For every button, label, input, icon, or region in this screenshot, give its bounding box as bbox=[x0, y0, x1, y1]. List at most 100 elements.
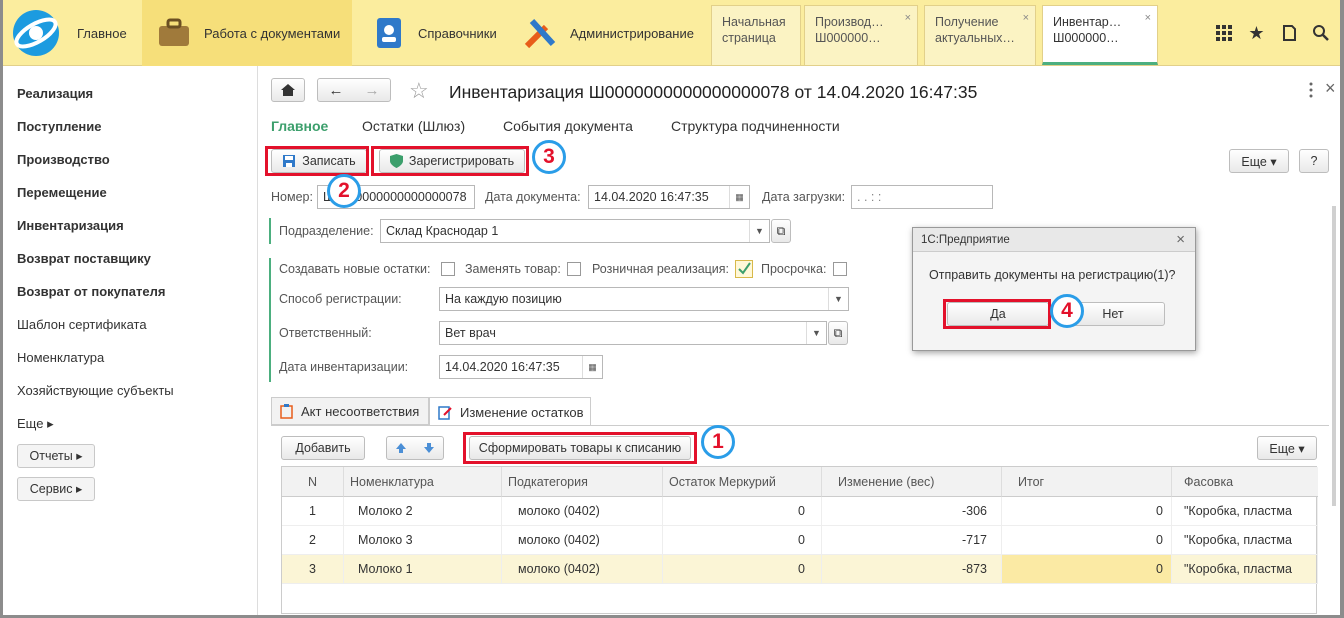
tab-production[interactable]: × Производ… Ш000000… bbox=[804, 5, 918, 65]
division-field[interactable]: Склад Краснодар 1 ▼ bbox=[380, 219, 770, 243]
tab-receive[interactable]: × Получение актуальных… bbox=[924, 5, 1036, 65]
chevron-down-icon[interactable]: ▼ bbox=[806, 322, 826, 344]
cell-change[interactable]: -717 bbox=[822, 526, 1002, 555]
chk-replace-checkbox[interactable] bbox=[567, 262, 581, 276]
nav-balances[interactable]: Остатки (Шлюз) bbox=[362, 118, 465, 134]
cell-packing[interactable]: "Коробка, пластма bbox=[1172, 555, 1318, 584]
section-catalogs[interactable]: Справочники bbox=[356, 0, 506, 66]
tab-inventory[interactable]: × Инвентар… Ш000000… bbox=[1042, 5, 1158, 65]
cell-nomenclature[interactable]: Молоко 2 bbox=[344, 497, 502, 526]
table-more-button[interactable]: Еще ▾ bbox=[1257, 436, 1317, 460]
sidebar-item-certificate[interactable]: Шаблон сертификата bbox=[17, 317, 147, 332]
star-icon[interactable]: ★ bbox=[1248, 23, 1264, 44]
col-header-nomenclature[interactable]: Номенклатура bbox=[344, 467, 502, 497]
col-header-total[interactable]: Итог bbox=[1002, 467, 1172, 497]
chk-expired-checkbox[interactable] bbox=[833, 262, 847, 276]
nav-main[interactable]: Главное bbox=[271, 118, 328, 134]
sidebar-item-transfer[interactable]: Перемещение bbox=[17, 185, 107, 200]
cell-total[interactable]: 0 bbox=[1002, 526, 1172, 555]
home-button[interactable] bbox=[271, 78, 305, 102]
col-header-packing[interactable]: Фасовка bbox=[1172, 467, 1318, 497]
close-icon[interactable]: × bbox=[1145, 10, 1151, 26]
highlight-save bbox=[265, 146, 369, 176]
cell-mercury[interactable]: 0 bbox=[663, 526, 822, 555]
inv-date-field[interactable]: 14.04.2020 16:47:35 ▦ bbox=[439, 355, 603, 379]
col-header-subcategory[interactable]: Подкатегория bbox=[502, 467, 663, 497]
calendar-icon[interactable]: ▦ bbox=[729, 186, 749, 208]
top-bar: Главное Работа с документами Справочники… bbox=[0, 0, 1344, 66]
sidebar-item-return-supplier[interactable]: Возврат поставщику bbox=[17, 251, 151, 266]
grid-icon[interactable] bbox=[1215, 24, 1233, 42]
favorite-star-icon[interactable]: ☆ bbox=[409, 78, 429, 104]
col-header-change[interactable]: Изменение (вес) bbox=[822, 467, 1002, 497]
tab-start-page[interactable]: Начальная страница bbox=[711, 5, 801, 65]
chevron-down-icon[interactable]: ▼ bbox=[828, 288, 848, 310]
cell-total[interactable]: 0 bbox=[1002, 497, 1172, 526]
col-header-n[interactable]: N bbox=[282, 467, 344, 497]
sidebar-item-nomenclature[interactable]: Номенклатура bbox=[17, 350, 104, 365]
chevron-down-icon[interactable]: ▼ bbox=[749, 220, 769, 242]
cell-mercury[interactable]: 0 bbox=[663, 555, 822, 584]
search-icon[interactable] bbox=[1312, 24, 1330, 42]
forward-arrow-icon[interactable]: → bbox=[365, 82, 380, 99]
sidebar-item-inventory[interactable]: Инвентаризация bbox=[17, 218, 124, 233]
history-icon[interactable] bbox=[1280, 24, 1298, 42]
open-division-button[interactable]: ⧉ bbox=[771, 219, 791, 243]
arrow-up-icon[interactable] bbox=[395, 442, 407, 454]
highlight-register bbox=[371, 146, 529, 176]
table-row[interactable]: 1 Молоко 2 молоко (0402) 0 -306 0 "Коробка, пл… bbox=[282, 497, 1318, 526]
close-icon[interactable]: × bbox=[1023, 10, 1029, 26]
tab-changes-label: Изменение остатков bbox=[460, 404, 584, 420]
dialog-close-icon[interactable]: × bbox=[1176, 231, 1185, 248]
cell-n[interactable]: 1 bbox=[282, 497, 344, 526]
section-admin[interactable]: Администрирование bbox=[508, 0, 708, 66]
nav-structure[interactable]: Структура подчиненности bbox=[671, 118, 840, 134]
close-icon[interactable]: × bbox=[905, 10, 911, 26]
cell-packing[interactable]: "Коробка, пластма bbox=[1172, 497, 1318, 526]
kebab-menu-icon[interactable] bbox=[1309, 82, 1313, 98]
service-button[interactable]: Сервис ▸ bbox=[17, 477, 95, 501]
chk-new-checkbox[interactable] bbox=[441, 262, 455, 276]
cell-packing[interactable]: "Коробка, пластма bbox=[1172, 526, 1318, 555]
load-date-field[interactable]: . . : : bbox=[851, 185, 993, 209]
sidebar-item-return-customer[interactable]: Возврат от покупателя bbox=[17, 284, 165, 299]
col-header-mercury[interactable]: Остаток Меркурий bbox=[663, 467, 822, 497]
table-row[interactable]: 2 Молоко 3 молоко (0402) 0 -717 0 "Коробка, пл… bbox=[282, 526, 1318, 555]
calendar-icon[interactable]: ▦ bbox=[582, 356, 602, 378]
date-field[interactable]: 14.04.2020 16:47:35 ▦ bbox=[588, 185, 750, 209]
resp-field[interactable]: Вет врач ▼ bbox=[439, 321, 827, 345]
cell-n[interactable]: 3 bbox=[282, 555, 344, 584]
back-arrow-icon[interactable]: ← bbox=[329, 82, 344, 99]
cell-subcategory[interactable]: молоко (0402) bbox=[502, 526, 663, 555]
help-button[interactable]: ? bbox=[1299, 149, 1329, 173]
sidebar-item-more[interactable]: Еще ▸ bbox=[17, 416, 54, 432]
cell-n[interactable]: 2 bbox=[282, 526, 344, 555]
more-button[interactable]: Еще ▾ bbox=[1229, 149, 1289, 173]
open-resp-button[interactable]: ⧉ bbox=[828, 321, 848, 345]
cell-nomenclature[interactable]: Молоко 1 bbox=[344, 555, 502, 584]
add-button[interactable]: Добавить bbox=[281, 436, 365, 460]
nav-events[interactable]: События документа bbox=[503, 118, 633, 134]
arrow-down-icon[interactable] bbox=[423, 442, 435, 454]
section-documents[interactable]: Работа с документами bbox=[142, 0, 352, 66]
cell-subcategory[interactable]: молоко (0402) bbox=[502, 497, 663, 526]
cell-change[interactable]: -873 bbox=[822, 555, 1002, 584]
sidebar-item-production[interactable]: Производство bbox=[17, 152, 110, 167]
cell-mercury[interactable]: 0 bbox=[663, 497, 822, 526]
cell-change[interactable]: -306 bbox=[822, 497, 1002, 526]
tab-act[interactable]: Акт несоответствия bbox=[271, 397, 429, 425]
scrollbar[interactable] bbox=[1332, 206, 1336, 506]
close-form-icon[interactable]: × bbox=[1325, 78, 1336, 99]
sidebar-item-sales[interactable]: Реализация bbox=[17, 86, 93, 101]
reports-button[interactable]: Отчеты ▸ bbox=[17, 444, 95, 468]
method-field[interactable]: На каждую позицию ▼ bbox=[439, 287, 849, 311]
cell-subcategory[interactable]: молоко (0402) bbox=[502, 555, 663, 584]
cell-nomenclature[interactable]: Молоко 3 bbox=[344, 526, 502, 555]
table-row[interactable]: 3 Молоко 1 молоко (0402) 0 -873 0 "Коробка, пл… bbox=[282, 555, 1318, 584]
home-section[interactable]: Главное bbox=[0, 0, 140, 66]
sidebar-item-receipt[interactable]: Поступление bbox=[17, 119, 102, 134]
chk-retail-checkbox[interactable] bbox=[735, 260, 753, 278]
sidebar-item-entities[interactable]: Хозяйствующие субъекты bbox=[17, 383, 174, 398]
tab-changes[interactable]: Изменение остатков bbox=[429, 397, 591, 426]
cell-total[interactable]: 0 bbox=[1002, 555, 1172, 584]
